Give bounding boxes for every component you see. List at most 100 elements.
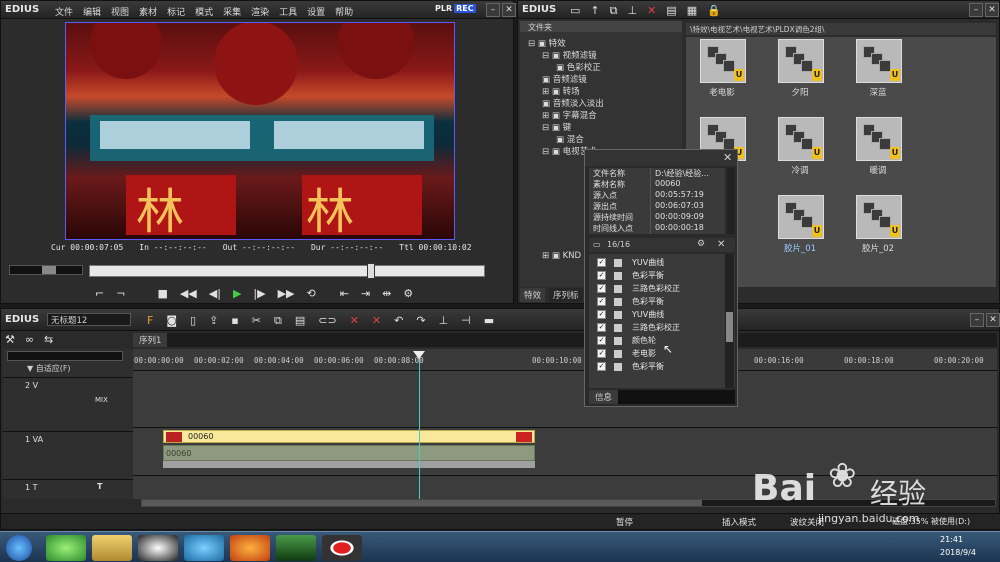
filter-checkbox-8[interactable]: ✓ [597,349,606,358]
tree-item-keys[interactable]: ⊟ ▣ 键 [542,121,571,133]
filter-checkbox-7[interactable]: ✓ [597,336,606,345]
filter-item-4[interactable]: ✓ 色彩平衡 [597,295,717,308]
copy-icon[interactable]: ⧉ [610,4,618,18]
shuttle-slider[interactable] [9,265,83,275]
step-forward-icon[interactable]: |▶ [253,287,265,300]
effects-close-icon[interactable]: ✕ [985,3,999,17]
filter-item-5[interactable]: ✓ YUV曲线 [597,308,717,321]
minimize-icon[interactable]: – [486,3,500,17]
tree-item-effects[interactable]: ⊟ ▣ 特效 [528,37,566,49]
360-icon[interactable] [46,535,86,561]
filter-checkbox-3[interactable]: ✓ [597,284,606,293]
filter-scroll-thumb[interactable] [726,312,733,342]
media-player-icon[interactable] [184,535,224,561]
tree-item-video-filters[interactable]: ⊟ ▣ 视频滤镜 [542,49,597,61]
menu-tools[interactable]: 工具 [279,5,297,18]
effect-thumb-sunset[interactable]: U [778,39,824,83]
filter-item-1[interactable]: ✓ YUV曲线 [597,256,717,269]
filter-item-9[interactable]: ✓ 色彩平衡 [597,360,717,373]
effect-thumb-film-02[interactable]: U [856,195,902,239]
menu-edit[interactable]: 编辑 [83,5,101,18]
redo-icon[interactable]: ↷ [416,314,425,328]
filter-item-3[interactable]: ✓ 三路色彩校正 [597,282,717,295]
effect-thumb-warm[interactable]: U [856,117,902,161]
tree-item-blend[interactable]: ▣ 混合 [556,133,584,145]
edius-taskbar-icon[interactable] [276,535,316,561]
menu-marker[interactable]: 标记 [167,5,185,18]
mark-out-icon[interactable]: ¬ [116,287,125,300]
undo-icon[interactable]: ↶ [394,314,403,328]
firefox-icon[interactable] [230,535,270,561]
cut-icon[interactable]: ✂ [252,314,261,328]
new-icon[interactable]: ▯ [190,314,196,328]
scrub-handle[interactable] [367,263,376,279]
tree-item-knd[interactable]: ⊞ ▣ KND [542,251,581,261]
plr-button[interactable]: PLR [433,4,454,13]
effect-thumb-film-01[interactable]: U [778,195,824,239]
tree-item-audio-filters[interactable]: ▣ 音频滤镜 [542,73,587,85]
timeline-close-icon[interactable]: ✕ [986,313,1000,327]
fast-forward-icon[interactable]: ▶▶ [278,287,295,300]
apply-icon[interactable]: ⊥ [627,4,637,18]
video-clip[interactable]: 00060 [163,430,535,443]
insert-icon[interactable]: ⇤ [340,287,349,300]
marker-icon[interactable]: ⊥ [439,314,449,328]
link-icon[interactable]: ⊂⊃ [318,314,336,328]
filter-item-6[interactable]: ✓ 三路色彩校正 [597,321,717,334]
effect-thumb-old-film[interactable]: U [700,39,746,83]
rec-button[interactable]: REC [454,4,476,13]
tree-item-color-correction[interactable]: ▣ 色彩校正 [556,61,601,73]
clock-time[interactable]: 21:41 [940,535,963,544]
replace-icon[interactable]: ⇹ [382,287,391,300]
delete-clip-icon[interactable]: ✕ [350,314,359,328]
stop-icon[interactable]: ■ [157,287,167,300]
filter-checkbox-5[interactable]: ✓ [597,310,606,319]
playhead-line[interactable] [413,351,425,499]
filter-checkbox-2[interactable]: ✓ [597,271,606,280]
info-table-scrollbar[interactable] [727,168,735,234]
file-explorer-icon[interactable] [92,535,132,561]
menu-render[interactable]: 渲染 [251,5,269,18]
menu-mode[interactable]: 模式 [195,5,213,18]
glasses-icon[interactable]: ∞ [25,333,34,346]
effect-thumb-deep-blue[interactable]: U [856,39,902,83]
tab-sequence1[interactable]: 序列1 [133,333,168,347]
effect-thumb-cool[interactable]: U [778,117,824,161]
rewind-icon[interactable]: ◀◀ [180,287,197,300]
snap-icon[interactable]: ⊣ [461,314,471,328]
overwrite-icon[interactable]: ⇥ [361,287,370,300]
output-icon[interactable]: ⚙ [403,287,413,300]
recorder-icon[interactable] [322,535,362,561]
folder-icon[interactable]: ▭ [570,4,580,18]
copy-clip-icon[interactable]: ⧉ [274,314,282,328]
menu-file[interactable]: 文件 [55,5,73,18]
mode-icon[interactable]: ⚒ [5,333,15,346]
filter-remove-icon[interactable]: ✕ [717,239,725,250]
up-icon[interactable]: ↑ [590,4,599,18]
delete-icon[interactable]: ✕ [647,4,656,18]
filter-checkbox-1[interactable]: ✓ [597,258,606,267]
scrub-bar[interactable] [89,263,485,279]
zoom-slider[interactable] [7,351,123,361]
timeline-minimize-icon[interactable]: – [970,313,984,327]
sequence-icon[interactable]: F [147,314,153,328]
close-icon[interactable]: ✕ [502,3,516,17]
fit-dropdown[interactable]: ▼ 自适应(F) [27,363,71,374]
grid-view-icon[interactable]: ▦ [687,4,697,18]
mark-in-icon[interactable]: ⌐ [95,287,104,300]
filter-item-8[interactable]: ✓ 老电影 [597,347,717,360]
lock-icon[interactable]: 🔒 [707,4,721,18]
play-icon[interactable]: ▶ [233,287,241,300]
filter-settings-icon[interactable]: ⚙ [697,239,705,249]
menu-clip[interactable]: 素材 [139,5,157,18]
hscroll-thumb[interactable] [142,500,702,506]
filter-list-scrollbar[interactable] [725,254,734,388]
filter-checkbox-6[interactable]: ✓ [597,323,606,332]
clock-date[interactable]: 2018/9/4 [940,548,976,557]
filter-item-7[interactable]: ✓ 颜色轮 [597,334,717,347]
menu-view[interactable]: 视图 [111,5,129,18]
tab-info[interactable]: 信息 [589,390,619,404]
menu-settings[interactable]: 设置 [307,5,325,18]
audio-clip[interactable]: 00060 [163,445,535,461]
info-close-icon[interactable]: ✕ [723,151,732,164]
